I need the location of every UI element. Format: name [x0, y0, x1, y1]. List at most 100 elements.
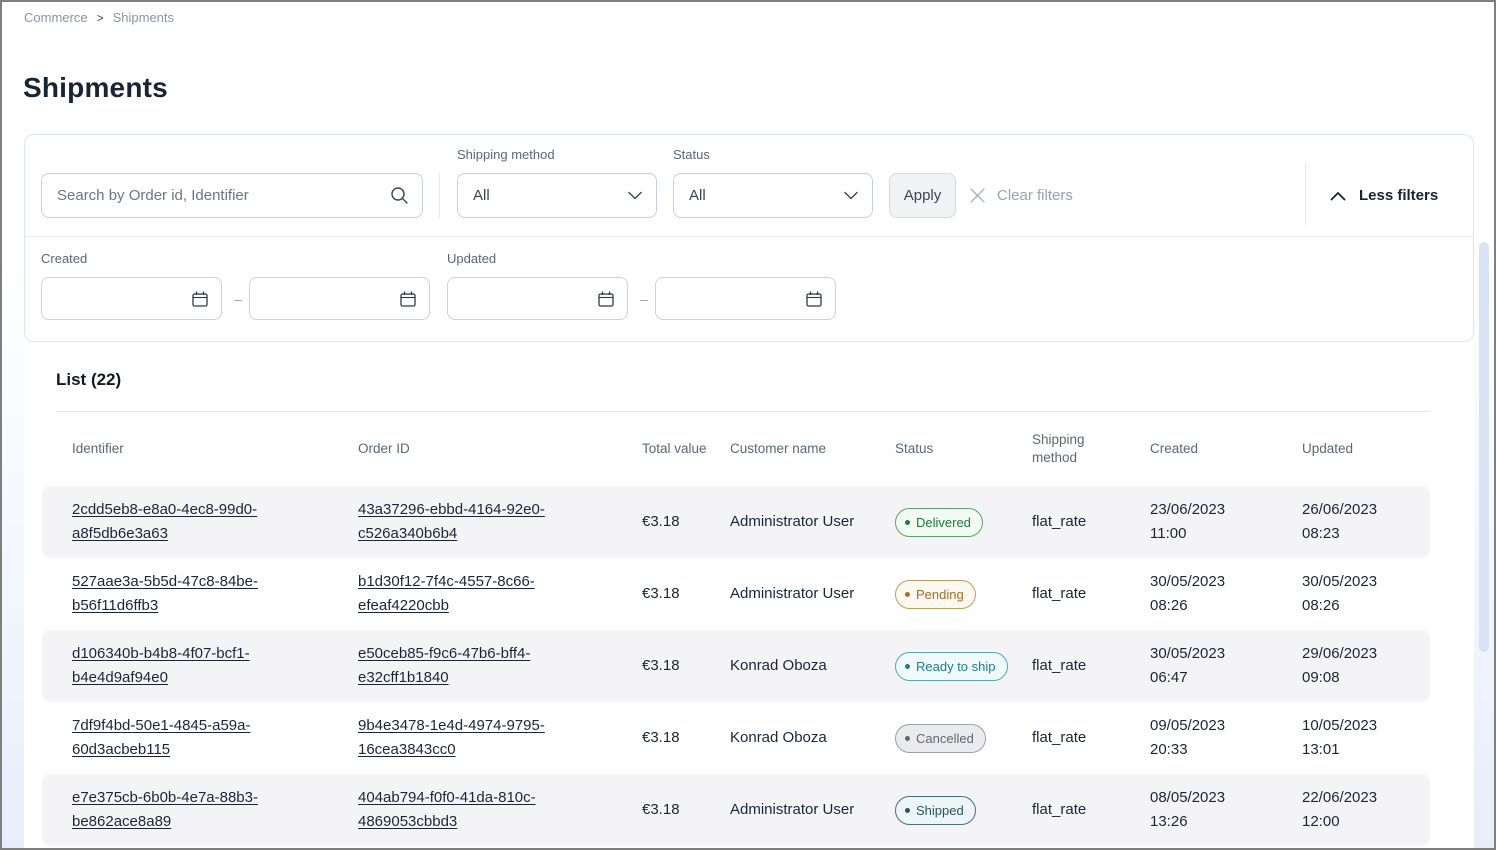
updated-at: 29/06/202309:08	[1302, 642, 1430, 690]
search-input[interactable]	[42, 187, 390, 204]
status-badge: Pending	[895, 580, 976, 609]
content-panel: Shipping method All Status All Apply Cl	[24, 134, 1474, 850]
chevron-up-icon	[1330, 191, 1346, 201]
identifier-link[interactable]: 2cdd5eb8-e8a0-4ec8-99d0-a8f5db6e3a63	[72, 498, 290, 546]
breadcrumb-shipments: Shipments	[113, 10, 174, 25]
updated-from-input[interactable]	[447, 277, 628, 320]
shipping-method: flat_rate	[1032, 798, 1150, 822]
identifier-link[interactable]: 7df9f4bd-50e1-4845-a59a-60d3acbeb115	[72, 714, 290, 762]
order-id-link[interactable]: 43a37296-ebbd-4164-92e0-c526a340b6b4	[358, 498, 576, 546]
calendar-icon	[597, 290, 615, 308]
updated-at: 10/05/202313:01	[1302, 714, 1430, 762]
total-value: €3.18	[642, 798, 730, 822]
created-from-input[interactable]	[41, 277, 222, 320]
filter-divider	[1305, 163, 1306, 225]
status-cell: Shipped	[895, 796, 1032, 825]
customer-name: Konrad Oboza	[730, 726, 895, 750]
created-at: 09/05/202320:33	[1150, 714, 1302, 762]
created-to-input[interactable]	[249, 277, 430, 320]
filters-panel: Shipping method All Status All Apply Cl	[24, 134, 1474, 342]
breadcrumb: Commerce > Shipments	[24, 10, 174, 25]
calendar-icon	[399, 290, 417, 308]
less-filters-toggle[interactable]: Less filters	[1330, 173, 1438, 218]
updated-at: 26/06/202308:23	[1302, 498, 1430, 546]
less-filters-label: Less filters	[1359, 187, 1438, 204]
breadcrumb-commerce[interactable]: Commerce	[24, 10, 88, 25]
total-value: €3.18	[642, 726, 730, 750]
apply-button[interactable]: Apply	[889, 173, 956, 218]
order-id-link[interactable]: e50ceb85-f9c6-47b6-bff4-e32cff1b1840	[358, 642, 576, 690]
clear-filters-button[interactable]: Clear filters	[969, 173, 1073, 218]
shipping-method-select[interactable]: All	[457, 173, 657, 218]
status-select[interactable]: All	[673, 173, 873, 218]
shipping-method: flat_rate	[1032, 726, 1150, 750]
chevron-down-icon	[628, 191, 642, 200]
col-shipping-method: Shipping method	[1032, 431, 1150, 467]
breadcrumb-separator-icon: >	[97, 11, 104, 25]
total-value: €3.18	[642, 654, 730, 678]
created-at: 30/05/202308:26	[1150, 570, 1302, 618]
status-badge: Delivered	[895, 508, 983, 537]
status-label: Status	[673, 147, 710, 162]
status-cell: Ready to ship	[895, 652, 1032, 681]
table-row: e7e375cb-6b0b-4e7a-88b3-be862ace8a89 404…	[42, 774, 1430, 846]
status-badge: Cancelled	[895, 724, 986, 753]
col-customer-name: Customer name	[730, 440, 895, 458]
created-at: 30/05/202306:47	[1150, 642, 1302, 690]
identifier-link[interactable]: d106340b-b4b8-4f07-bcf1-b4e4d9af94e0	[72, 642, 290, 690]
shipping-method-value: All	[473, 187, 490, 204]
list-heading: List (22)	[56, 370, 121, 390]
status-cell: Delivered	[895, 508, 1032, 537]
col-updated: Updated	[1302, 440, 1430, 458]
created-label: Created	[41, 251, 87, 266]
total-value: €3.18	[642, 510, 730, 534]
total-value: €3.18	[642, 582, 730, 606]
updated-at: 22/06/202312:00	[1302, 786, 1430, 834]
identifier-link[interactable]: 527aae3a-5b5d-47c8-84be-b56f11d6ffb3	[72, 570, 290, 618]
table-row: 527aae3a-5b5d-47c8-84be-b56f11d6ffb3 b1d…	[42, 558, 1430, 630]
shipping-method-label: Shipping method	[457, 147, 555, 162]
status-value: All	[689, 187, 706, 204]
customer-name: Administrator User	[730, 798, 895, 822]
table-header: Identifier Order ID Total value Customer…	[42, 412, 1430, 486]
date-range-separator: –	[635, 277, 653, 320]
date-range-separator: –	[229, 277, 247, 320]
close-icon	[969, 187, 986, 204]
shipping-method: flat_rate	[1032, 582, 1150, 606]
status-badge: Shipped	[895, 796, 976, 825]
filter-divider	[439, 173, 440, 218]
table-row: 7df9f4bd-50e1-4845-a59a-60d3acbeb115 9b4…	[42, 702, 1430, 774]
customer-name: Administrator User	[730, 582, 895, 606]
updated-label: Updated	[447, 251, 496, 266]
search-box	[41, 173, 423, 218]
search-icon	[390, 186, 409, 205]
created-at: 08/05/202313:26	[1150, 786, 1302, 834]
table-body: 2cdd5eb8-e8a0-4ec8-99d0-a8f5db6e3a63 43a…	[42, 486, 1430, 846]
table-row: d106340b-b4b8-4f07-bcf1-b4e4d9af94e0 e50…	[42, 630, 1430, 702]
col-created: Created	[1150, 440, 1302, 458]
col-status: Status	[895, 440, 1032, 458]
customer-name: Administrator User	[730, 510, 895, 534]
customer-name: Konrad Oboza	[730, 654, 895, 678]
updated-at: 30/05/202308:26	[1302, 570, 1430, 618]
shipments-page: Commerce > Shipments Shipments Shipping …	[0, 0, 1496, 850]
table-row: 2cdd5eb8-e8a0-4ec8-99d0-a8f5db6e3a63 43a…	[42, 486, 1430, 558]
col-total-value: Total value	[642, 440, 730, 458]
chevron-down-icon	[844, 191, 858, 200]
order-id-link[interactable]: 404ab794-f0f0-41da-810c-4869053cbbd3	[358, 786, 576, 834]
status-cell: Cancelled	[895, 724, 1032, 753]
identifier-link[interactable]: e7e375cb-6b0b-4e7a-88b3-be862ace8a89	[72, 786, 290, 834]
filter-row-divider	[25, 236, 1473, 237]
scrollbar-thumb[interactable]	[1479, 242, 1489, 652]
col-order-id: Order ID	[358, 440, 642, 458]
calendar-icon	[191, 290, 209, 308]
shipping-method: flat_rate	[1032, 510, 1150, 534]
created-at: 23/06/202311:00	[1150, 498, 1302, 546]
status-badge: Ready to ship	[895, 652, 1008, 681]
status-cell: Pending	[895, 580, 1032, 609]
shipping-method: flat_rate	[1032, 654, 1150, 678]
calendar-icon	[805, 290, 823, 308]
updated-to-input[interactable]	[655, 277, 836, 320]
order-id-link[interactable]: b1d30f12-7f4c-4557-8c66-efeaf4220cbb	[358, 570, 576, 618]
order-id-link[interactable]: 9b4e3478-1e4d-4974-9795-16cea3843cc0	[358, 714, 576, 762]
